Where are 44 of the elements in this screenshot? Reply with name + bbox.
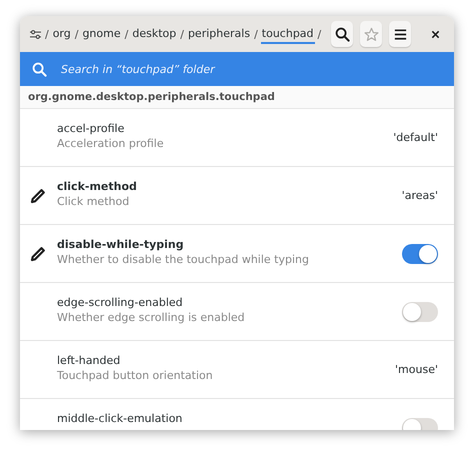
key-row[interactable]: click-method Click method 'areas' bbox=[20, 167, 454, 225]
breadcrumb-item[interactable]: org bbox=[52, 24, 72, 44]
search-icon bbox=[334, 26, 350, 42]
key-summary: Touchpad button orientation bbox=[57, 369, 213, 382]
path-separator: / bbox=[180, 28, 184, 40]
key-name: accel-profile bbox=[57, 122, 124, 135]
key-row[interactable]: accel-profile Acceleration profile 'default' bbox=[20, 109, 454, 167]
key-summary: Whether to disable the touchpad while typing bbox=[57, 253, 309, 266]
key-value: 'mouse' bbox=[395, 363, 438, 376]
key-name: click-method bbox=[57, 180, 137, 193]
search-button[interactable] bbox=[331, 21, 354, 47]
key-summary: Acceleration profile bbox=[57, 137, 164, 150]
key-name: edge-scrolling-enabled bbox=[57, 296, 183, 309]
search-input[interactable]: Search in “touchpad” folder bbox=[59, 62, 442, 76]
key-value: 'areas' bbox=[402, 189, 438, 202]
key-row[interactable]: left-handed Touchpad button orientation 'mouse' bbox=[20, 341, 454, 399]
path-separator: / bbox=[74, 28, 78, 40]
search-icon bbox=[32, 62, 47, 76]
search-field[interactable]: Search in “touchpad” folder bbox=[20, 52, 454, 86]
path-separator: / bbox=[44, 28, 49, 40]
key-name: left-handed bbox=[57, 354, 120, 367]
key-value: 'default' bbox=[393, 131, 438, 144]
path-separator: / bbox=[254, 28, 258, 40]
key-summary: Whether edge scrolling is enabled bbox=[57, 311, 245, 324]
key-name: middle-click-emulation bbox=[57, 412, 182, 425]
settings-icon[interactable] bbox=[30, 28, 41, 40]
key-row[interactable]: middle-click-emulation bbox=[20, 399, 454, 430]
menu-button[interactable] bbox=[389, 21, 412, 47]
path-separator: / bbox=[124, 28, 128, 40]
close-icon bbox=[430, 30, 440, 38]
breadcrumb-item[interactable]: desktop bbox=[131, 24, 178, 44]
path-separator: / bbox=[318, 28, 322, 40]
toggle-switch[interactable] bbox=[402, 302, 438, 322]
breadcrumb-item[interactable]: peripherals bbox=[186, 24, 252, 44]
key-name: disable-while-typing bbox=[57, 238, 184, 251]
toggle-switch[interactable] bbox=[402, 244, 438, 264]
key-row[interactable]: edge-scrolling-enabled Whether edge scrolling is enabled bbox=[20, 283, 454, 341]
breadcrumb-item[interactable]: gnome bbox=[81, 24, 122, 44]
breadcrumb-item[interactable]: touchpad bbox=[260, 24, 315, 44]
key-summary: Click method bbox=[57, 195, 130, 208]
key-row[interactable]: disable-while-typing Whether to disable the touchpad while typing bbox=[20, 225, 454, 283]
menu-icon bbox=[392, 26, 408, 42]
schema-header: org.gnome.desktop.peripherals.touchpad bbox=[20, 86, 454, 109]
star-icon bbox=[364, 26, 379, 42]
